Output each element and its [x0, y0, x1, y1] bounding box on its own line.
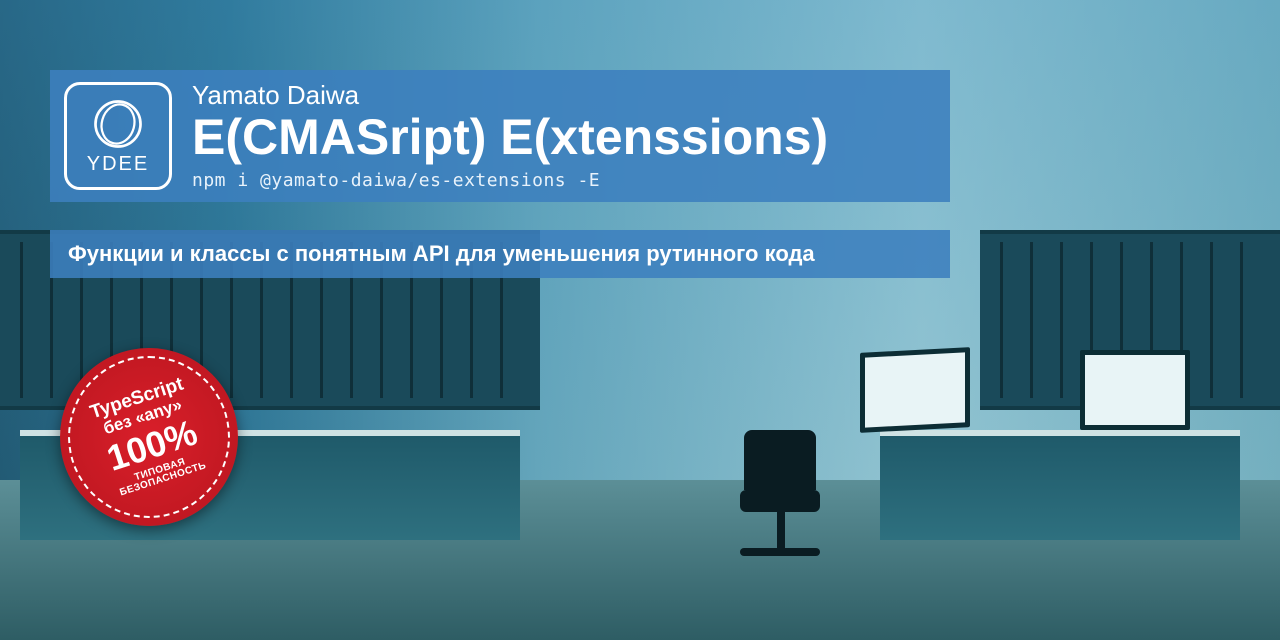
install-command: npm i @yamato-daiwa/es-extensions -E — [192, 170, 930, 191]
product-logo: YDEE — [64, 82, 172, 190]
office-chair — [720, 430, 840, 580]
logo-circle-icon — [91, 97, 145, 151]
product-title: E(CMASript) E(xtenssions) — [192, 111, 930, 164]
laptop-2 — [1080, 350, 1190, 430]
workbench-right — [880, 430, 1240, 540]
logo-label: YDEE — [87, 153, 149, 176]
type-safety-badge: TypeScript без «any» 100% ТИПОВАЯ БЕЗОПА… — [60, 348, 238, 526]
header-panel: YDEE Yamato Daiwa E(CMASript) E(xtenssio… — [50, 70, 950, 202]
tagline-text: Функции и классы с понятным API для умен… — [68, 241, 815, 267]
laptop-1 — [860, 347, 970, 433]
tagline-panel: Функции и классы с понятным API для умен… — [50, 230, 950, 278]
brand-name: Yamato Daiwa — [192, 80, 930, 111]
